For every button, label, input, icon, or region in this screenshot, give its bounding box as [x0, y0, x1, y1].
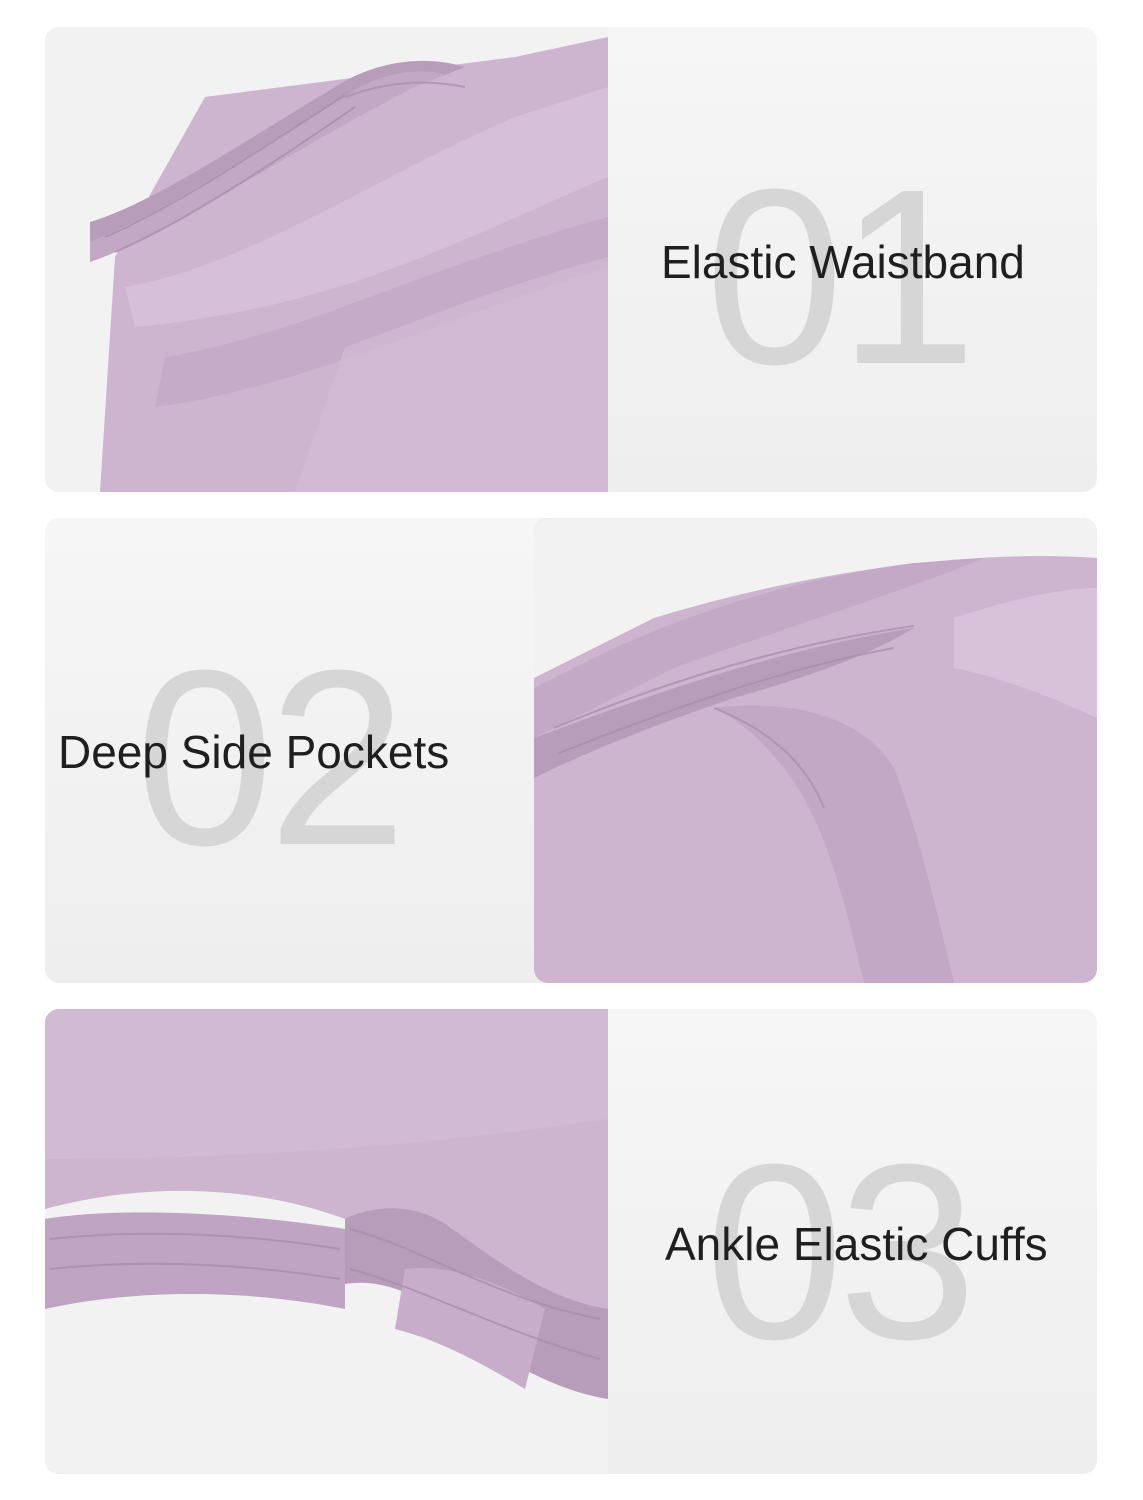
feature-caption: Elastic Waistband: [661, 236, 1025, 288]
feature-caption: Ankle Elastic Cuffs: [665, 1218, 1048, 1270]
feature-panel-waistband: 01 Elastic Waistband: [45, 27, 1097, 492]
ankle-cuff-closeup-photo: [45, 1009, 608, 1474]
feature-caption: Deep Side Pockets: [58, 726, 450, 778]
side-pocket-closeup-photo: [534, 518, 1097, 983]
waistband-closeup-photo: [45, 27, 608, 492]
feature-panel-pockets: 02 Deep Side Pockets: [45, 518, 1097, 983]
feature-panel-cuffs: 03 Ankle Elastic Cuffs: [45, 1009, 1097, 1474]
